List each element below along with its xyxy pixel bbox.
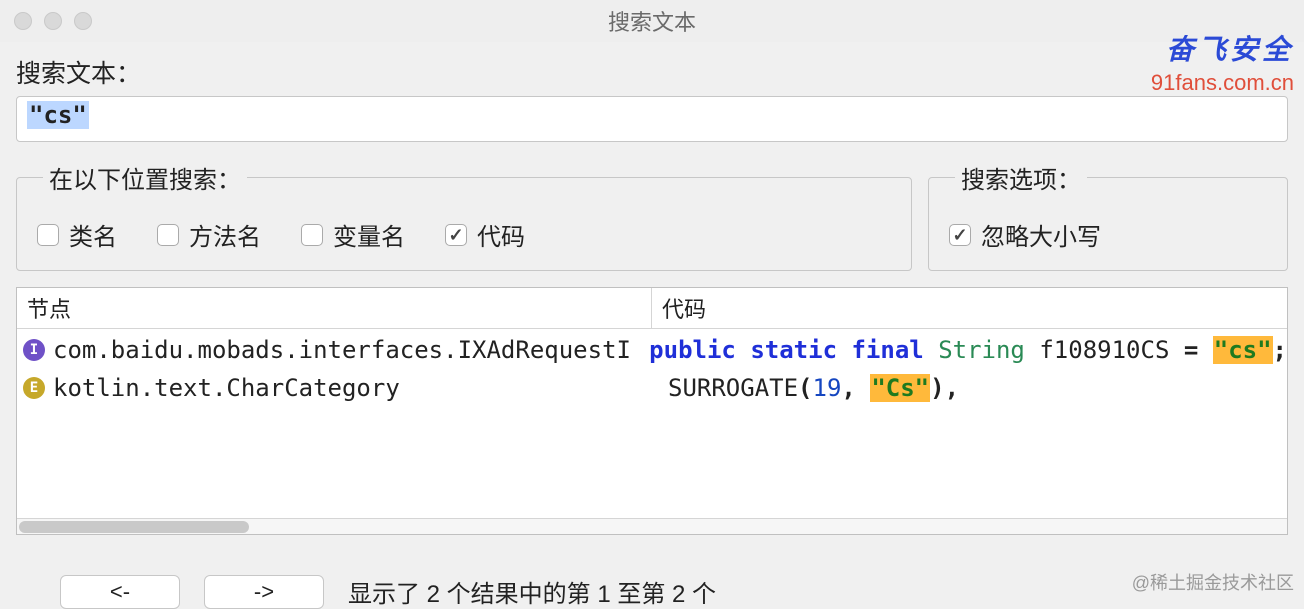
check-method[interactable]: 方法名 [157, 217, 261, 252]
watermark-line2: 91fans.com.cn [1151, 70, 1294, 96]
search-label: 搜索文本： [16, 54, 1304, 90]
check-ignore-case[interactable]: 忽略大小写 [949, 217, 1101, 252]
check-classname-label: 类名 [69, 217, 117, 252]
status-text: 显示了 2 个结果中的第 1 至第 2 个 [348, 574, 716, 609]
search-options-group: 搜索选项： 忽略大小写 [928, 160, 1288, 271]
check-method-box[interactable] [157, 224, 179, 246]
cell-node: Ekotlin.text.CharCategory [17, 374, 652, 402]
window-controls [14, 12, 92, 30]
cell-code: public static final String f108910CS = "… [633, 336, 1287, 364]
column-node[interactable]: 节点 [17, 288, 652, 328]
search-input[interactable]: "cs" [16, 96, 1288, 142]
check-code-label: 代码 [477, 217, 525, 252]
close-icon[interactable] [14, 12, 32, 30]
titlebar: 搜索文本 [0, 0, 1304, 42]
prev-button[interactable]: <- [60, 575, 180, 609]
credit-text: @稀土掘金技术社区 [1132, 569, 1294, 595]
locations-legend: 在以下位置搜索： [43, 160, 247, 195]
table-row[interactable]: Icom.baidu.mobads.interfaces.IXAdRequest… [17, 331, 1287, 369]
results-header: 节点 代码 [17, 288, 1287, 329]
cell-node: Icom.baidu.mobads.interfaces.IXAdRequest… [17, 336, 633, 364]
node-text: com.baidu.mobads.interfaces.IXAdRequestI… [53, 336, 633, 364]
scrollbar-thumb[interactable] [19, 521, 249, 533]
node-text: kotlin.text.CharCategory [53, 374, 400, 402]
check-ignore-case-box[interactable] [949, 224, 971, 246]
search-locations-group: 在以下位置搜索： 类名 方法名 变量名 代码 [16, 160, 912, 271]
horizontal-scrollbar[interactable] [17, 518, 1287, 534]
check-code-box[interactable] [445, 224, 467, 246]
table-row[interactable]: Ekotlin.text.CharCategorySURROGATE(19, "… [17, 369, 1287, 407]
window-title: 搜索文本 [608, 5, 696, 37]
check-classname[interactable]: 类名 [37, 217, 117, 252]
cell-code: SURROGATE(19, "Cs"), [652, 374, 1287, 402]
search-value: "cs" [27, 101, 89, 129]
zoom-icon[interactable] [74, 12, 92, 30]
watermark-line1: 奋飞安全 [1151, 28, 1294, 68]
check-classname-box[interactable] [37, 224, 59, 246]
results-body: Icom.baidu.mobads.interfaces.IXAdRequest… [17, 329, 1287, 518]
interface-icon: I [23, 339, 45, 361]
minimize-icon[interactable] [44, 12, 62, 30]
watermark: 奋飞安全 91fans.com.cn [1151, 28, 1294, 96]
next-button[interactable]: -> [204, 575, 324, 609]
check-method-label: 方法名 [189, 217, 261, 252]
enum-icon: E [23, 377, 45, 399]
check-ignore-case-label: 忽略大小写 [981, 217, 1101, 252]
check-variable-box[interactable] [301, 224, 323, 246]
check-variable-label: 变量名 [333, 217, 405, 252]
column-code[interactable]: 代码 [652, 288, 1287, 328]
check-variable[interactable]: 变量名 [301, 217, 405, 252]
results-table: 节点 代码 Icom.baidu.mobads.interfaces.IXAdR… [16, 287, 1288, 535]
options-legend: 搜索选项： [955, 160, 1087, 195]
check-code[interactable]: 代码 [445, 217, 525, 252]
